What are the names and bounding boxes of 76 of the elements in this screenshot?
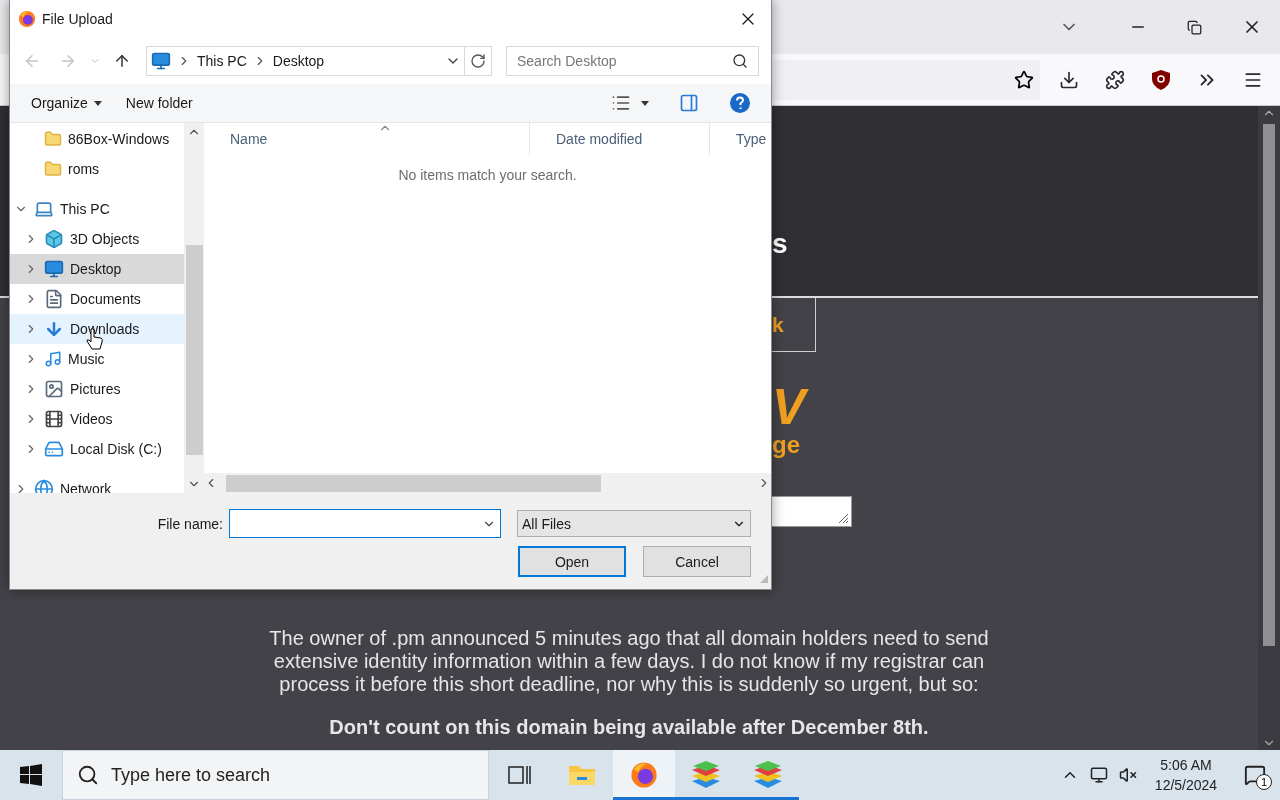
column-header[interactable]: Type — [710, 123, 770, 155]
dialog-button[interactable]: Open — [518, 546, 626, 577]
preview-pane-icon[interactable] — [679, 93, 699, 113]
scrollbar[interactable] — [1258, 106, 1280, 750]
toolbar-button[interactable]: Organize — [23, 88, 110, 118]
file-name-label: File name: — [157, 515, 223, 532]
tree-item[interactable]: Desktop — [10, 254, 184, 284]
warning-text: Don't count on this domain being available after December 8th. — [328, 716, 930, 739]
notification-count: 1 — [1256, 774, 1272, 790]
tree-item[interactable]: Pictures — [10, 374, 184, 404]
notification-icon[interactable] — [1244, 764, 1266, 786]
music-note-icon — [44, 350, 62, 368]
download-icon[interactable] — [1059, 69, 1079, 90]
column-header[interactable]: Date modified — [530, 123, 710, 155]
film-icon — [44, 409, 64, 429]
scrollbar[interactable] — [184, 123, 204, 493]
layered-stack-icon[interactable] — [753, 761, 783, 789]
dialog-button[interactable]: Cancel — [643, 546, 751, 577]
tree-item[interactable]: roms — [10, 154, 184, 184]
bookmark-star-icon[interactable] — [1014, 69, 1034, 90]
tree-item[interactable]: This PC — [10, 194, 184, 224]
windows-start-icon[interactable] — [20, 764, 42, 786]
extensions-icon[interactable] — [1105, 69, 1125, 90]
resize-grip-icon[interactable] — [837, 512, 849, 524]
search-field[interactable]: Search Desktop — [506, 46, 759, 76]
tree-item[interactable]: Videos — [10, 404, 184, 434]
restore-icon[interactable] — [1187, 19, 1202, 35]
column-header[interactable]: Name — [204, 123, 530, 155]
resize-grip-icon[interactable] — [759, 574, 769, 584]
monitor-icon — [151, 51, 171, 71]
tree-item[interactable]: Local Disk (C:) — [10, 434, 184, 464]
up-icon[interactable] — [113, 52, 131, 70]
notification-button[interactable]: 1 — [1230, 750, 1280, 800]
document-icon — [44, 289, 64, 309]
toolbar-button[interactable]: New folder — [117, 88, 201, 118]
address-bar[interactable]: This PC Desktop — [146, 46, 492, 76]
tree-item[interactable]: 3D Objects — [10, 224, 184, 254]
breadcrumb[interactable]: Desktop — [272, 53, 325, 69]
file-explorer-icon[interactable] — [568, 763, 596, 787]
site-subtitle: ge — [772, 430, 801, 460]
file-name-field[interactable] — [229, 509, 501, 538]
shield-icon[interactable] — [1151, 68, 1171, 91]
monitor-icon — [44, 259, 64, 279]
layered-stack-icon[interactable] — [691, 761, 721, 789]
breadcrumb[interactable]: This PC — [197, 53, 247, 69]
tree-item[interactable]: 86Box-Windows — [10, 124, 184, 154]
taskbar-app[interactable] — [613, 750, 675, 800]
search-icon — [77, 764, 99, 786]
empty-message: No items match your search. — [398, 167, 577, 183]
clock[interactable]: 5:06 AM 12/5/2024 — [1142, 755, 1230, 795]
firefox-logo-icon — [630, 761, 658, 789]
firefox-logo-icon — [18, 10, 36, 28]
notice-text: The owner of .pm announced 5 minutes ago that all domain holders need to send extensive identity information within a few days. I do not know if my registrar can process it before this short deadline, nor why this is suddenly so urgent, but so: — [268, 627, 990, 696]
tree-item[interactable]: Music — [10, 344, 184, 374]
taskbar-search-field[interactable]: Type here to search — [62, 750, 489, 800]
muted-volume-icon[interactable] — [1118, 766, 1137, 784]
picture-icon — [44, 379, 64, 399]
scrollbar[interactable] — [204, 473, 771, 493]
folder-icon — [44, 130, 62, 148]
folder-icon — [44, 160, 62, 178]
page-heading: s — [772, 228, 788, 260]
drive-icon — [44, 439, 64, 459]
file-type-select[interactable]: All Files — [517, 510, 751, 537]
view-options-icon[interactable] — [611, 93, 631, 113]
tree-item[interactable]: Documents — [10, 284, 184, 314]
search-icon[interactable] — [732, 53, 748, 69]
computer-icon — [34, 199, 54, 219]
refresh-icon[interactable] — [470, 53, 486, 69]
network-icon — [34, 479, 54, 493]
help-icon[interactable] — [729, 92, 751, 114]
site-title: V — [772, 384, 1258, 430]
dialog-title: File Upload — [42, 11, 113, 27]
cube-icon — [44, 229, 64, 249]
network-status-icon[interactable] — [1089, 766, 1108, 784]
text-input[interactable] — [772, 496, 852, 527]
task-view-icon[interactable] — [508, 764, 532, 786]
